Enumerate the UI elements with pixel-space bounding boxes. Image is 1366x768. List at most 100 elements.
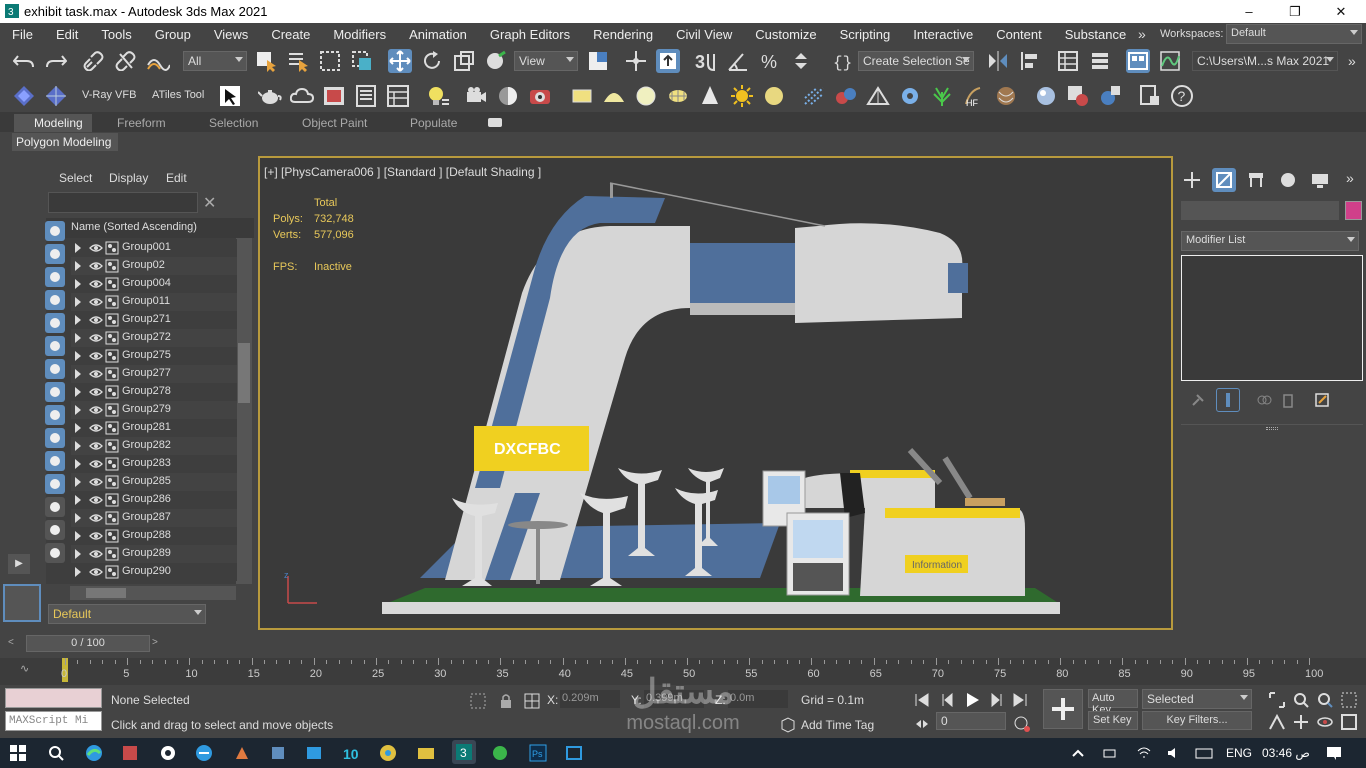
- app-orange-icon[interactable]: [230, 741, 254, 765]
- expand-arrow-icon[interactable]: [75, 315, 81, 325]
- select-and-place-icon[interactable]: [484, 49, 508, 73]
- help-icon[interactable]: ?: [1170, 84, 1194, 108]
- edit-named-selection-icon[interactable]: {}: [830, 49, 854, 73]
- menu-views[interactable]: Views: [202, 27, 259, 42]
- vray-vfb-button[interactable]: V-Ray VFB: [82, 89, 136, 101]
- play-icon[interactable]: [960, 688, 984, 712]
- spinner-snap-icon[interactable]: [790, 49, 814, 73]
- list-item[interactable]: Group283: [71, 455, 237, 473]
- file-explorer-icon[interactable]: [414, 741, 438, 765]
- visibility-eye-icon[interactable]: [89, 351, 103, 361]
- list-item[interactable]: Group001: [71, 239, 237, 257]
- reference-coordinate-dropdown[interactable]: View: [514, 51, 578, 71]
- expand-arrow-icon[interactable]: [75, 405, 81, 415]
- go-to-start-icon[interactable]: [910, 688, 934, 712]
- dome-light-icon[interactable]: [602, 84, 626, 108]
- expand-arrow-icon[interactable]: [75, 351, 81, 361]
- expand-arrow-icon[interactable]: [75, 333, 81, 343]
- set-key-button[interactable]: Set Key: [1088, 711, 1138, 730]
- list-item[interactable]: Group279: [71, 401, 237, 419]
- scatter-plant-icon[interactable]: [930, 84, 954, 108]
- cameras-filter-icon[interactable]: [45, 290, 65, 310]
- input-language[interactable]: ENG: [1226, 746, 1252, 760]
- minimize-button[interactable]: –: [1226, 0, 1272, 23]
- key-set-dropdown[interactable]: Selected: [1142, 689, 1252, 709]
- menu-overflow-icon[interactable]: »: [1138, 26, 1146, 42]
- geometry-filter-icon[interactable]: [45, 244, 65, 264]
- app-10-icon[interactable]: 10: [340, 741, 364, 765]
- settings-gear-icon[interactable]: [156, 741, 180, 765]
- window-crossing-icon[interactable]: [350, 49, 374, 73]
- tray-chevron-icon[interactable]: [1066, 741, 1090, 765]
- menu-substance[interactable]: Substance: [1053, 27, 1137, 42]
- collapse-explorer-icon[interactable]: ▶: [8, 554, 30, 574]
- redo-icon[interactable]: [44, 49, 68, 73]
- tab-populate[interactable]: Populate: [410, 115, 457, 132]
- tab-object-paint[interactable]: Object Paint: [302, 115, 367, 132]
- time-slider-right-icon[interactable]: >: [152, 637, 164, 651]
- teapot-icon[interactable]: [258, 84, 282, 108]
- list-item[interactable]: Group277: [71, 365, 237, 383]
- sun-icon[interactable]: [730, 84, 754, 108]
- expand-arrow-icon[interactable]: [75, 441, 81, 451]
- y-coord-field[interactable]: 0.399m: [644, 690, 704, 708]
- explorer-menu-display[interactable]: Display: [109, 171, 148, 185]
- maxscript-listener-pink[interactable]: [5, 688, 102, 708]
- windows-start-icon[interactable]: [6, 741, 30, 765]
- cursor-tool-icon[interactable]: [218, 84, 242, 108]
- object-name-input[interactable]: [1181, 201, 1339, 220]
- align-icon[interactable]: [1018, 49, 1042, 73]
- plane-light-icon[interactable]: [570, 84, 594, 108]
- field-of-view-icon[interactable]: [1265, 710, 1289, 734]
- pan-view-icon[interactable]: [1289, 710, 1313, 734]
- tab-selection[interactable]: Selection: [209, 115, 258, 132]
- ornatrix-icon[interactable]: [994, 84, 1018, 108]
- toolbar-overflow-icon[interactable]: »: [1348, 53, 1356, 69]
- visibility-eye-icon[interactable]: [89, 333, 103, 343]
- explorer-column-header[interactable]: Name (Sorted Ascending): [46, 218, 254, 238]
- add-time-tag[interactable]: Add Time Tag: [801, 718, 874, 732]
- app-red-icon[interactable]: [118, 741, 142, 765]
- select-manipulate-icon[interactable]: [624, 49, 648, 73]
- tab-freeform[interactable]: Freeform: [117, 115, 166, 132]
- visibility-eye-icon[interactable]: [89, 495, 103, 505]
- list-item[interactable]: Group288: [71, 527, 237, 545]
- list-item[interactable]: Group011: [71, 293, 237, 311]
- track-bar[interactable]: ∿ 0 5 10 15 20 25 30 35 40 45 50 55 60 65 70 75 80 85 90 95…: [0, 658, 1366, 685]
- visibility-eye-icon[interactable]: [89, 423, 103, 433]
- curve-editor-mini-icon[interactable]: ∿: [20, 662, 40, 678]
- select-by-name-icon[interactable]: [286, 49, 310, 73]
- expand-arrow-icon[interactable]: [75, 261, 81, 271]
- render-frame-icon[interactable]: [322, 84, 346, 108]
- explorer-vscrollbar[interactable]: [236, 238, 252, 584]
- menu-graph-editors[interactable]: Graph Editors: [478, 27, 581, 42]
- expand-arrow-icon[interactable]: [75, 567, 81, 577]
- percent-snap-icon[interactable]: %: [758, 49, 782, 73]
- explorer-mode-icon[interactable]: [3, 584, 41, 622]
- list-item[interactable]: Group286: [71, 491, 237, 509]
- chrome-icon[interactable]: [376, 741, 400, 765]
- snaps-toggle-icon[interactable]: 3: [694, 49, 718, 73]
- object-color-swatch[interactable]: [1345, 201, 1362, 220]
- named-selection-dropdown[interactable]: Create Selection Se: [858, 51, 974, 71]
- visibility-eye-icon[interactable]: [89, 261, 103, 271]
- zoom-extents-icon[interactable]: [1265, 688, 1289, 712]
- helpers-filter-icon[interactable]: [45, 313, 65, 333]
- 3dsmax-taskbar-icon[interactable]: 3: [452, 740, 476, 764]
- selection-filter-dropdown[interactable]: All: [183, 51, 247, 71]
- spacewarps-filter-icon[interactable]: [45, 336, 65, 356]
- close-button[interactable]: ✕: [1318, 0, 1364, 23]
- fur-icon[interactable]: [802, 84, 826, 108]
- keyboard-shortcut-override-icon[interactable]: [656, 49, 680, 73]
- visibility-eye-icon[interactable]: [89, 243, 103, 253]
- clock[interactable]: 03:46 ص: [1262, 746, 1310, 760]
- list-item[interactable]: Group278: [71, 383, 237, 401]
- material-sphere-icon[interactable]: [1034, 84, 1058, 108]
- menu-interactive[interactable]: Interactive: [901, 27, 984, 42]
- selection-lock-icon[interactable]: [494, 689, 518, 713]
- visibility-eye-icon[interactable]: [89, 549, 103, 559]
- menu-edit[interactable]: Edit: [44, 27, 89, 42]
- time-slider-thumb[interactable]: 0 / 100: [26, 635, 150, 652]
- toggle-scene-explorer-icon[interactable]: [1056, 49, 1080, 73]
- visibility-eye-icon[interactable]: [89, 459, 103, 469]
